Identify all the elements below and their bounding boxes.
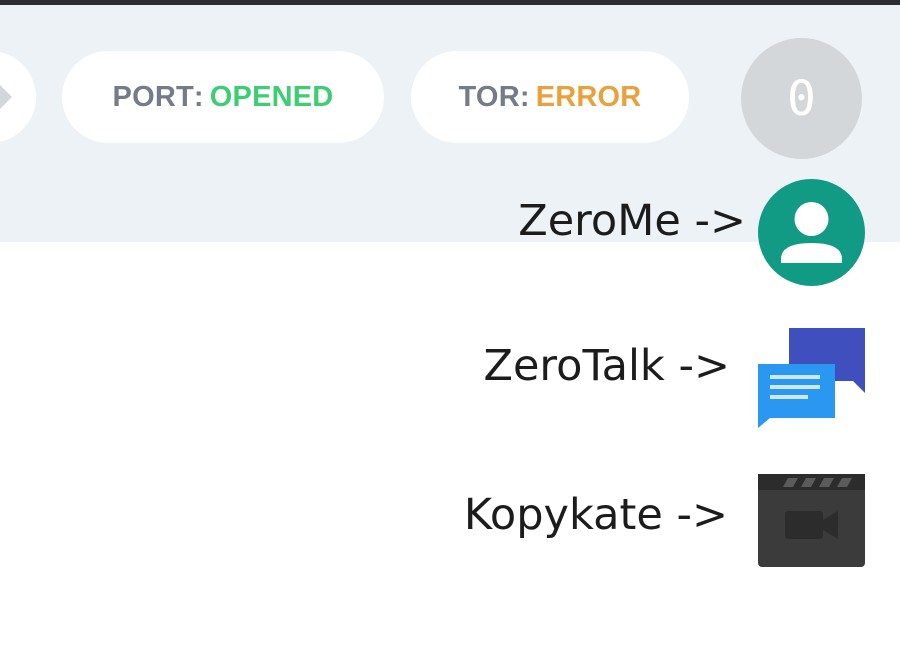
port-status-pill[interactable]: PORT: OPENED [62, 51, 384, 143]
app-menu-item-kopykate[interactable]: Kopykate -> [464, 490, 728, 540]
tor-status-pill[interactable]: TOR: ERROR [411, 51, 689, 143]
page: PORT: OPENED TOR: ERROR 0 ZeroMe -> ZeroTa… [0, 0, 900, 645]
app-menu-item-zerotalk[interactable]: ZeroTalk -> [483, 341, 730, 391]
nav-back-button[interactable] [0, 51, 36, 143]
video-clapperboard-icon[interactable] [758, 474, 865, 567]
port-status-value: OPENED [209, 80, 334, 113]
port-status-separator: : [193, 80, 204, 113]
tor-status-value: ERROR [535, 80, 642, 113]
arrow-right-icon [0, 84, 12, 110]
tor-status-key: TOR [458, 80, 520, 113]
tor-status-separator: : [519, 80, 530, 113]
app-menu-item-zerome[interactable]: ZeroMe -> [518, 196, 746, 246]
chat-bubbles-icon[interactable] [758, 326, 865, 428]
notification-count-badge[interactable]: 0 [741, 38, 862, 159]
port-status-key: PORT [112, 80, 194, 113]
user-avatar-icon[interactable] [758, 179, 865, 286]
